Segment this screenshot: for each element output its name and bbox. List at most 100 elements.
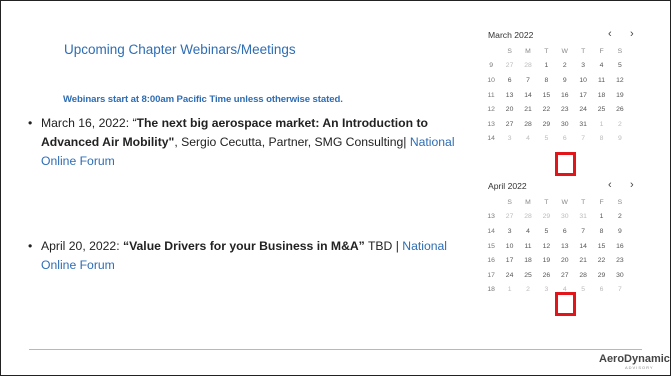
calendar-day[interactable]: 14: [574, 243, 592, 250]
calendar-day[interactable]: 2: [556, 62, 574, 69]
calendar-day[interactable]: 7: [611, 286, 629, 293]
calendar-day[interactable]: 2: [611, 121, 629, 128]
calendar-day[interactable]: 21: [519, 106, 537, 113]
chevron-left-icon[interactable]: ‹: [608, 179, 612, 191]
calendar-day[interactable]: 4: [519, 135, 537, 142]
calendar-day[interactable]: 28: [519, 213, 537, 220]
calendar-day[interactable]: 17: [500, 257, 518, 264]
calendar-day[interactable]: 4: [519, 228, 537, 235]
calendar-day[interactable]: 1: [537, 62, 555, 69]
calendar-day[interactable]: 31: [574, 121, 592, 128]
calendar-day[interactable]: 9: [611, 135, 629, 142]
week-number: 18: [487, 286, 495, 294]
calendar-day[interactable]: 12: [611, 77, 629, 84]
calendar-day[interactable]: 27: [500, 121, 518, 128]
calendar-day[interactable]: 9: [611, 228, 629, 235]
weekday-header: T: [581, 47, 586, 55]
calendar-day[interactable]: 1: [592, 121, 610, 128]
calendar-day[interactable]: 7: [574, 228, 592, 235]
calendar-day[interactable]: 5: [537, 135, 555, 142]
calendar-day[interactable]: 30: [556, 121, 574, 128]
calendar-day[interactable]: 22: [592, 257, 610, 264]
bullet-text: April 20, 2022: “Value Drivers for your …: [28, 237, 468, 275]
calendar-day[interactable]: 31: [574, 213, 592, 220]
calendar-day[interactable]: 30: [556, 213, 574, 220]
bullet-item: • March 16, 2022: “The next big aerospac…: [28, 114, 468, 171]
calendar-day[interactable]: 20: [556, 257, 574, 264]
calendar-day[interactable]: 14: [519, 92, 537, 99]
calendar-day[interactable]: 25: [592, 106, 610, 113]
calendar-day[interactable]: 18: [592, 92, 610, 99]
calendar-day[interactable]: 13: [500, 92, 518, 99]
chevron-left-icon[interactable]: ‹: [608, 28, 612, 40]
calendar-day[interactable]: 29: [537, 121, 555, 128]
calendar-day[interactable]: 6: [556, 228, 574, 235]
calendar-day[interactable]: 6: [592, 286, 610, 293]
calendar-day[interactable]: 28: [519, 62, 537, 69]
chevron-right-icon[interactable]: ›: [630, 179, 634, 191]
calendar-month-label: March 2022: [488, 30, 534, 40]
calendar-day[interactable]: 1: [500, 286, 518, 293]
calendar-day[interactable]: 17: [574, 92, 592, 99]
calendar-day[interactable]: 3: [537, 286, 555, 293]
calendar-day[interactable]: 23: [611, 257, 629, 264]
calendar-day[interactable]: 20: [500, 106, 518, 113]
calendar-header: April 2022 ‹ ›: [488, 179, 638, 195]
calendar-day[interactable]: 29: [592, 272, 610, 279]
calendar-day[interactable]: 11: [519, 243, 537, 250]
calendar-day[interactable]: 11: [592, 77, 610, 84]
calendar-day[interactable]: 9: [556, 77, 574, 84]
calendar-day[interactable]: 28: [519, 121, 537, 128]
weekday-header: S: [507, 198, 512, 206]
calendar-day[interactable]: 6: [500, 77, 518, 84]
calendar-day[interactable]: 29: [537, 213, 555, 220]
calendar-day[interactable]: 2: [519, 286, 537, 293]
calendar-day[interactable]: 24: [574, 106, 592, 113]
calendar-month-label: April 2022: [488, 181, 527, 191]
calendar-grid: S M T W T F S 13 27 28 29 30 31 1 2 14 3 4 5 6 7 8 9 15 10 11 12 13…: [482, 195, 638, 297]
calendar-day[interactable]: 7: [574, 135, 592, 142]
calendar-day[interactable]: 8: [537, 77, 555, 84]
bullet-details: , Sergio Cecutta, Partner, SMG Consultin…: [174, 135, 410, 149]
calendar-day[interactable]: 8: [592, 135, 610, 142]
calendar-day[interactable]: 15: [592, 243, 610, 250]
calendar-day[interactable]: 10: [574, 77, 592, 84]
calendar-day[interactable]: 15: [537, 92, 555, 99]
calendar-day[interactable]: 5: [574, 286, 592, 293]
calendar-day[interactable]: 5: [537, 228, 555, 235]
calendar-day[interactable]: 3: [500, 228, 518, 235]
calendar-day[interactable]: 21: [574, 257, 592, 264]
calendar-day[interactable]: 27: [500, 62, 518, 69]
calendar-day[interactable]: 26: [537, 272, 555, 279]
calendar-day[interactable]: 18: [519, 257, 537, 264]
calendar-day[interactable]: 1: [592, 213, 610, 220]
week-number: 17: [487, 271, 495, 279]
calendar-day[interactable]: 25: [519, 272, 537, 279]
calendar-day[interactable]: 3: [500, 135, 518, 142]
calendar-day[interactable]: 19: [537, 257, 555, 264]
calendar-day[interactable]: 30: [611, 272, 629, 279]
calendar-day[interactable]: 23: [556, 106, 574, 113]
calendar-day[interactable]: 16: [556, 92, 574, 99]
calendar-day[interactable]: 19: [611, 92, 629, 99]
calendar-day[interactable]: 2: [611, 213, 629, 220]
calendar-day[interactable]: 26: [611, 106, 629, 113]
calendar-day[interactable]: 24: [500, 272, 518, 279]
calendar-day[interactable]: 10: [500, 243, 518, 250]
calendar-day[interactable]: 8: [592, 228, 610, 235]
calendar-day[interactable]: 27: [500, 213, 518, 220]
calendar-day[interactable]: 22: [537, 106, 555, 113]
weekday-header: F: [599, 47, 604, 55]
calendar-day[interactable]: 5: [611, 62, 629, 69]
week-number: 14: [487, 227, 495, 235]
chevron-right-icon[interactable]: ›: [630, 28, 634, 40]
calendar-day[interactable]: 7: [519, 77, 537, 84]
calendar-day[interactable]: 3: [574, 62, 592, 69]
calendar-day[interactable]: 12: [537, 243, 555, 250]
calendar-day[interactable]: 4: [592, 62, 610, 69]
calendar-day[interactable]: 27: [556, 272, 574, 279]
calendar-day[interactable]: 13: [556, 243, 574, 250]
calendar-day[interactable]: 16: [611, 243, 629, 250]
calendar-day[interactable]: 28: [574, 272, 592, 279]
calendar-day[interactable]: 6: [556, 135, 574, 142]
